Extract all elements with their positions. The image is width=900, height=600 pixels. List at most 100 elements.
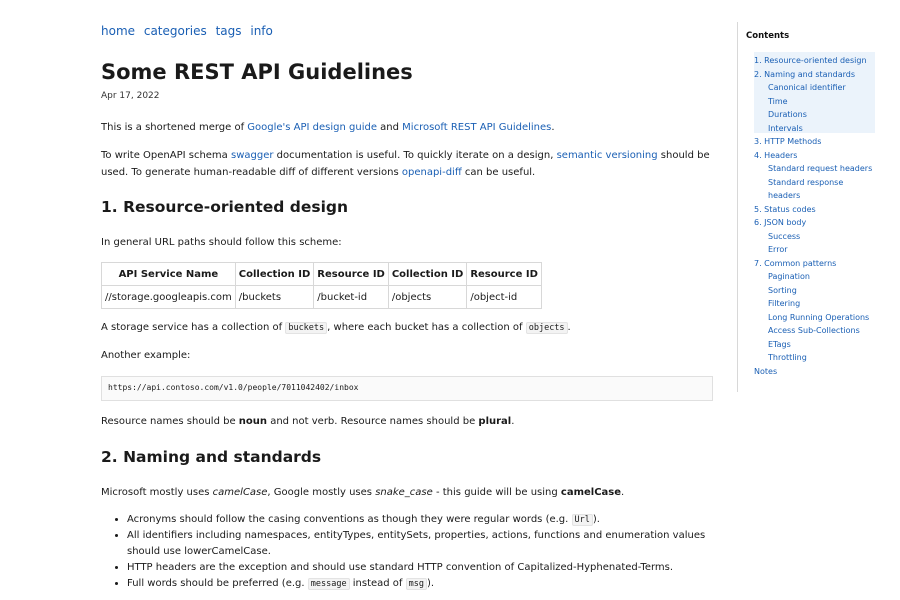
- toc-link[interactable]: 3. HTTP Methods: [754, 137, 821, 146]
- text: and: [377, 122, 403, 133]
- toc-link[interactable]: Sorting: [768, 286, 797, 295]
- list-item: HTTP headers are the exception and shoul…: [127, 560, 727, 576]
- toc-link[interactable]: 2. Naming and standards: [754, 70, 855, 79]
- toc-link[interactable]: Success: [768, 232, 800, 241]
- another-example-paragraph: Another example:: [101, 350, 191, 361]
- text: ).: [427, 578, 435, 589]
- inline-code: buckets: [285, 322, 328, 334]
- toc-link[interactable]: 4. Headers: [754, 151, 797, 160]
- text: Microsoft mostly uses: [101, 487, 213, 498]
- toc-item: Standard request headers: [754, 162, 888, 176]
- toc-link[interactable]: 1. Resource-oriented design: [754, 56, 867, 65]
- nav-home-link[interactable]: home: [101, 24, 135, 38]
- nav-info-link[interactable]: info: [250, 24, 273, 38]
- toc-item: 5. Status codes: [754, 203, 888, 217]
- toc-item: headers: [754, 189, 888, 203]
- toc-link[interactable]: 7. Common patterns: [754, 259, 836, 268]
- nav-tags-link[interactable]: tags: [216, 24, 242, 38]
- text: , Google mostly uses: [267, 487, 376, 498]
- toc-link[interactable]: Standard request headers: [768, 164, 872, 173]
- toc-item: Pagination: [754, 270, 888, 284]
- toc-item: Success: [754, 230, 888, 244]
- text: .: [511, 416, 515, 427]
- toc-link[interactable]: Long Running Operations: [768, 313, 869, 322]
- table-of-contents: Contents 1. Resource-oriented design 2. …: [737, 22, 888, 392]
- post-date: Apr 17, 2022: [101, 91, 160, 101]
- toc-link[interactable]: Error: [768, 245, 788, 254]
- toc-item: 2. Naming and standards: [754, 68, 888, 82]
- bold-text: camelCase: [560, 487, 622, 498]
- top-nav: home categories tags info: [101, 24, 278, 38]
- table-cell: /bucket-id: [313, 285, 389, 309]
- text: .: [551, 122, 555, 133]
- openapi-diff-link[interactable]: openapi-diff: [402, 167, 462, 178]
- toc-item: ETags: [754, 338, 888, 352]
- toc-item: Canonical identifier: [754, 81, 888, 95]
- toc-link[interactable]: Canonical identifier: [768, 83, 846, 92]
- text: .: [621, 487, 625, 498]
- table-header-cell: API Service Name: [101, 262, 236, 286]
- toc-item: Sorting: [754, 284, 888, 298]
- text: To write OpenAPI schema: [101, 150, 231, 161]
- toc-link[interactable]: Durations: [768, 110, 807, 119]
- toc-link[interactable]: Filtering: [768, 299, 800, 308]
- toc-item: 3. HTTP Methods: [754, 135, 888, 149]
- toc-item: 4. Headers: [754, 149, 888, 163]
- toc-link[interactable]: Throttling: [768, 353, 807, 362]
- table-cell: //storage.googleapis.com: [101, 285, 236, 309]
- table-header-cell: Resource ID: [466, 262, 542, 286]
- text: ).: [592, 514, 600, 525]
- list-item: All identifiers including namespaces, en…: [127, 528, 727, 560]
- toc-item: Intervals: [754, 122, 888, 136]
- tools-paragraph: To write OpenAPI schema swagger document…: [101, 147, 713, 181]
- table-cell: /objects: [387, 285, 468, 309]
- toc-link[interactable]: Pagination: [768, 272, 810, 281]
- text: Full words should be preferred (e.g.: [127, 578, 308, 589]
- case-paragraph: Microsoft mostly uses camelCase, Google …: [101, 484, 713, 501]
- toc-item: Long Running Operations: [754, 311, 888, 325]
- toc-link[interactable]: Standard response: [768, 178, 843, 187]
- toc-link[interactable]: 6. JSON body: [754, 218, 806, 227]
- google-guide-link[interactable]: Google's API design guide: [247, 122, 377, 133]
- semver-link[interactable]: semantic versioning: [557, 150, 658, 161]
- table-cell: /buckets: [234, 285, 315, 309]
- text: A storage service has a collection of: [101, 322, 286, 333]
- toc-link[interactable]: ETags: [768, 340, 791, 349]
- text: documentation is useful. To quickly iter…: [273, 150, 557, 161]
- italic-text: camelCase: [212, 487, 268, 498]
- toc-title: Contents: [746, 31, 790, 41]
- toc-link[interactable]: Time: [768, 97, 788, 106]
- toc-link[interactable]: Intervals: [768, 124, 803, 133]
- table-header-row: API Service Name Collection ID Resource …: [101, 262, 542, 286]
- section-heading-resource-design: 1. Resource-oriented design: [101, 198, 349, 216]
- toc-link[interactable]: Access Sub-Collections: [768, 326, 860, 335]
- naming-rules-list: Acronyms should follow the casing conven…: [101, 512, 727, 592]
- toc-link[interactable]: Notes: [754, 367, 777, 376]
- toc-item: Time: [754, 95, 888, 109]
- toc-item: Notes: [754, 365, 888, 379]
- text: instead of: [349, 578, 406, 589]
- table-header-cell: Collection ID: [387, 262, 468, 286]
- toc-item: 6. JSON body: [754, 216, 888, 230]
- table-cell: /object-id: [466, 285, 542, 309]
- toc-link[interactable]: headers: [768, 191, 800, 200]
- text: can be useful.: [461, 167, 536, 178]
- toc-link[interactable]: 5. Status codes: [754, 205, 816, 214]
- nav-categories-link[interactable]: categories: [144, 24, 207, 38]
- table-row: //storage.googleapis.com /buckets /bucke…: [101, 285, 542, 309]
- toc-list: 1. Resource-oriented design 2. Naming an…: [754, 54, 888, 378]
- toc-item: Filtering: [754, 297, 888, 311]
- text: This is a shortened merge of: [101, 122, 248, 133]
- list-item: Acronyms should follow the casing conven…: [127, 512, 727, 528]
- resource-names-paragraph: Resource names should be noun and not ve…: [101, 413, 713, 430]
- section-heading-naming: 2. Naming and standards: [101, 448, 322, 466]
- toc-item: Standard response: [754, 176, 888, 190]
- text: - this guide will be using: [432, 487, 561, 498]
- storage-paragraph: A storage service has a collection of bu…: [101, 319, 713, 337]
- bold-text: plural: [478, 416, 512, 427]
- swagger-link[interactable]: swagger: [231, 150, 273, 161]
- toc-item: Access Sub-Collections: [754, 324, 888, 338]
- inline-code: objects: [525, 322, 568, 334]
- intro-paragraph: This is a shortened merge of Google's AP…: [101, 119, 713, 136]
- microsoft-guidelines-link[interactable]: Microsoft REST API Guidelines: [402, 122, 551, 133]
